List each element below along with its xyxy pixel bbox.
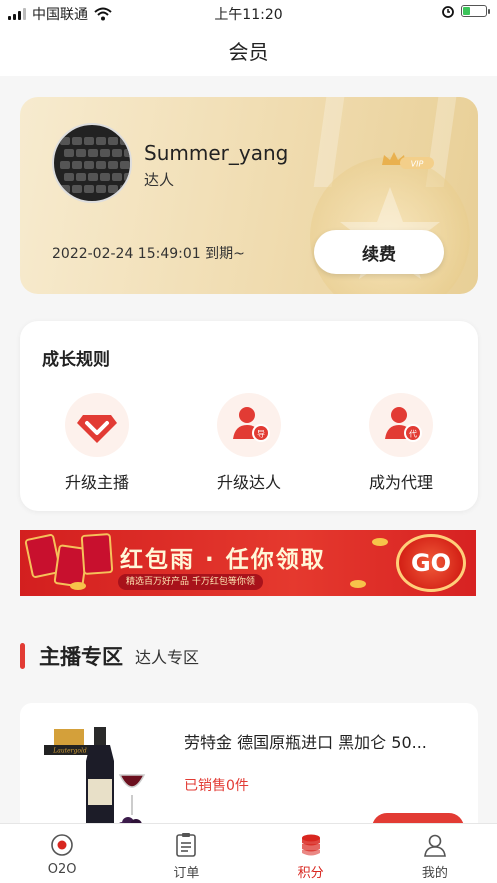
avatar-key-decoration	[120, 137, 130, 145]
avatar-key-decoration	[108, 137, 118, 145]
rule-become-agent[interactable]: 代 成为代理	[341, 393, 461, 493]
user-star-icon: 导	[217, 393, 281, 457]
vip-crown-icon: VIP	[382, 152, 434, 169]
avatar-key-decoration	[64, 149, 74, 157]
profile-icon	[422, 832, 448, 858]
status-bar: 中国联通 上午11:20	[0, 0, 497, 24]
nav-tab-label: O2O	[47, 862, 77, 877]
avatar-key-decoration	[60, 161, 70, 169]
page-header: 会员	[0, 24, 497, 76]
product-sold-count: 已销售0件	[184, 778, 249, 794]
rule-label: 升级达人	[216, 473, 281, 492]
rule-upgrade-expert[interactable]: 导 升级达人	[189, 393, 309, 493]
rule-badge-text: 代	[409, 429, 417, 439]
avatar-key-decoration	[84, 137, 94, 145]
product-card[interactable]: Lautergold 劳特金 德国原瓶进口 黑加仑 50... 已销售0件	[20, 703, 478, 843]
points-icon	[298, 832, 324, 858]
o2o-icon	[49, 832, 75, 858]
product-image[interactable]: Lautergold	[36, 715, 166, 833]
avatar-key-decoration	[76, 149, 86, 157]
avatar-key-decoration	[96, 161, 106, 169]
avatar-key-decoration	[96, 185, 106, 193]
page-title: 会员	[228, 40, 269, 64]
avatar-key-decoration	[76, 173, 86, 181]
gold-coin-icon	[350, 580, 366, 588]
avatar-key-decoration	[60, 137, 70, 145]
growth-rules-card: 成长规则 升级主播 导 升级达人 代 成为代理	[20, 321, 478, 511]
renew-button[interactable]: 续费	[314, 230, 444, 274]
tab-anchor-zone[interactable]: 主播专区	[39, 641, 123, 671]
avatar-key-decoration	[124, 173, 130, 181]
growth-rules-title: 成长规则	[42, 350, 110, 370]
red-envelope-banner[interactable]: 红包雨 · 任你领取 精选百万好产品 千万红包等你领 GO	[20, 530, 476, 596]
username: Summer_yang	[144, 141, 289, 165]
expire-date: 2022-02-24 15:49:01 到期~	[52, 246, 245, 262]
alarm-icon	[442, 6, 454, 18]
avatar-key-decoration	[96, 137, 106, 145]
rule-label: 成为代理	[368, 473, 433, 492]
avatar-key-decoration	[108, 161, 118, 169]
gold-coin-icon	[70, 582, 86, 590]
avatar-key-decoration	[72, 161, 82, 169]
member-level: 达人	[144, 171, 175, 189]
member-card: Summer_yang 达人 VIP 2022-02-24 15:49:01 到…	[20, 97, 478, 294]
gold-coin-icon	[372, 538, 388, 546]
avatar-key-decoration	[72, 185, 82, 193]
avatar-key-decoration	[124, 149, 130, 157]
avatar-key-decoration	[112, 149, 122, 157]
rule-upgrade-anchor[interactable]: 升级主播	[37, 393, 157, 493]
avatar-key-decoration	[84, 185, 94, 193]
status-time: 上午11:20	[214, 7, 283, 23]
avatar-key-decoration	[84, 161, 94, 169]
banner-title: 红包雨 · 任你领取	[120, 547, 326, 573]
nav-tab-label: 我的	[421, 866, 448, 881]
user-agent-icon: 代	[369, 393, 433, 457]
avatar-key-decoration	[120, 161, 130, 169]
avatar-key-decoration	[64, 173, 74, 181]
nav-tab-label: 订单	[173, 866, 200, 881]
avatar-key-decoration	[88, 149, 98, 157]
banner-subtitle: 精选百万好产品 千万红包等你领	[118, 574, 263, 590]
product-title[interactable]: 劳特金 德国原瓶进口 黑加仑 50...	[184, 729, 466, 753]
tab-expert-zone[interactable]: 达人专区	[135, 644, 199, 668]
avatar-key-decoration	[88, 173, 98, 181]
avatar-key-decoration	[108, 185, 118, 193]
diamond-icon	[65, 393, 129, 457]
nav-tab-label: 积分	[297, 866, 324, 881]
banner-go-button[interactable]: GO	[396, 534, 466, 592]
red-envelope-icon	[80, 533, 114, 575]
nav-tab-points[interactable]: 积分	[249, 824, 373, 883]
rule-label: 升级主播	[64, 473, 129, 492]
tab-indicator	[20, 643, 25, 669]
nav-tab-profile[interactable]: 我的	[373, 824, 497, 883]
product-brand: Lautergold	[52, 748, 87, 755]
nav-tab-orders[interactable]: 订单	[124, 824, 248, 883]
avatar[interactable]	[52, 123, 132, 203]
avatar-key-decoration	[72, 137, 82, 145]
avatar-key-decoration	[100, 149, 110, 157]
avatar-key-decoration	[112, 173, 122, 181]
rule-badge-text: 导	[257, 430, 265, 439]
order-icon	[173, 832, 199, 858]
zone-tabs: 主播专区 达人专区	[20, 641, 199, 671]
avatar-key-decoration	[100, 173, 110, 181]
battery-icon	[461, 5, 490, 17]
bottom-nav: O2O 订单 积分 我的	[0, 823, 497, 883]
status-right	[441, 4, 490, 18]
nav-tab-o2o[interactable]: O2O	[0, 824, 124, 883]
vip-badge-text: VIP	[411, 160, 424, 169]
avatar-key-decoration	[60, 185, 70, 193]
avatar-key-decoration	[120, 185, 130, 193]
